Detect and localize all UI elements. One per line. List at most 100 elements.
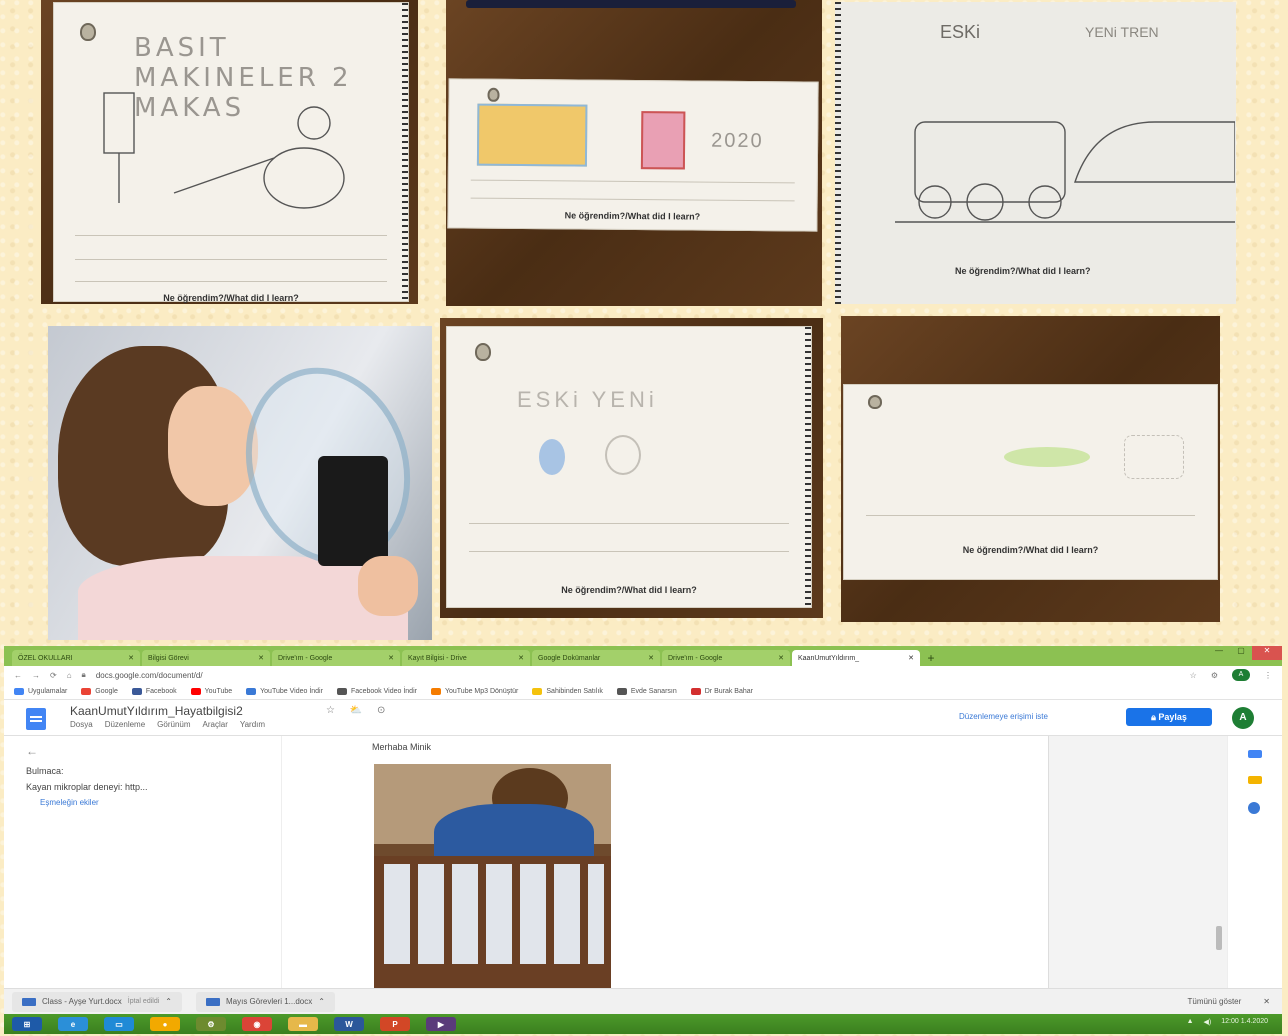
browser-tab[interactable]: Google Dokümanlar ✕ [532, 650, 660, 666]
browser-tab[interactable]: Bilgisi Görevi ✕ [142, 650, 270, 666]
menu-help[interactable]: Yardım [240, 720, 265, 729]
embedded-photo-boy-cards[interactable] [374, 764, 611, 988]
bookmark-item[interactable]: Evde Sanarsın [616, 688, 677, 695]
profile-avatar[interactable]: A [1232, 669, 1250, 681]
tab-label: KaanUmutYıldırım_ [798, 654, 860, 662]
bookmarks-bar: Uygulamalar Google Facebook YouTube YouT… [4, 684, 1282, 700]
bookmark-label: Google [95, 688, 118, 695]
menu-file[interactable]: Dosya [70, 720, 93, 729]
video-app-icon[interactable]: ▶ [426, 1017, 456, 1031]
browser-tab[interactable]: Drive'ım - Google ✕ [662, 650, 790, 666]
share-button[interactable]: 🔒︎ Paylaş [1126, 708, 1212, 726]
new-tab-button[interactable]: + [922, 650, 940, 666]
internet-explorer-icon[interactable]: e [58, 1017, 88, 1031]
scrollbar-thumb[interactable] [1216, 926, 1222, 950]
bookmark-label: YouTube Video İndir [260, 688, 323, 695]
close-icon[interactable]: ✕ [648, 654, 654, 662]
chevron-up-icon[interactable]: ⌃ [318, 997, 325, 1006]
browser-tab-active[interactable]: KaanUmutYıldırım_ ✕ [792, 650, 920, 666]
notebook-spiral [805, 327, 811, 607]
file-explorer-icon[interactable]: ▭ [104, 1017, 134, 1031]
folder-icon[interactable]: ▬ [288, 1017, 318, 1031]
reload-icon[interactable]: ⟳ [50, 671, 57, 680]
browser-tab[interactable]: Kayıt Bilgisi - Drive ✕ [402, 650, 530, 666]
url-field[interactable]: docs.google.com/document/d/ [96, 671, 203, 680]
photo-girl-with-bowl [48, 326, 432, 640]
close-icon[interactable]: ✕ [258, 654, 264, 662]
chevron-up-icon[interactable]: ⌃ [165, 997, 172, 1006]
docs-logo-icon[interactable] [26, 708, 46, 730]
calendar-icon[interactable] [1248, 750, 1262, 758]
powerpoint-icon[interactable]: P [380, 1017, 410, 1031]
docs-menu-bar: Dosya Düzenleme Görünüm Araçlar Yardım [70, 720, 265, 729]
girl-face [168, 386, 258, 506]
address-bar-actions: ☆ ⚙ A ⋮ [1190, 669, 1282, 681]
close-icon[interactable]: ✕ [908, 654, 914, 662]
outline-item[interactable]: Eşmeleğin ekiler [40, 798, 281, 807]
media-player-icon[interactable]: ● [150, 1017, 180, 1031]
menu-tools[interactable]: Araçlar [203, 720, 228, 729]
network-icon[interactable]: ▲ [1187, 1018, 1194, 1026]
request-edit-access-link[interactable]: Düzenlemeye erişimi iste [959, 712, 1048, 721]
download-item[interactable]: Class - Ayşe Yurt.docx İptal edildi ⌃ [12, 991, 182, 1012]
star-icon[interactable]: ☆ [1190, 671, 1197, 680]
music-icon [430, 688, 441, 695]
close-outline-icon[interactable]: ← [26, 744, 281, 758]
forward-icon[interactable]: → [32, 671, 40, 680]
extension-icon[interactable]: ⚙ [1211, 671, 1218, 680]
bookmark-item[interactable]: Uygulamalar [14, 688, 67, 695]
home-icon[interactable]: ⌂ [67, 671, 72, 680]
minimize-icon[interactable]: — [1208, 646, 1230, 658]
bookmark-item[interactable]: Facebook Video İndir [336, 688, 417, 695]
bookmark-label: Facebook Video İndir [350, 688, 417, 695]
outline-item[interactable]: Kayan mikroplar deneyi: http... [26, 782, 281, 792]
show-all-downloads-link[interactable]: Tümünü göster [1187, 997, 1241, 1006]
clock[interactable]: 12:00 1.4.2020 [1221, 1018, 1268, 1026]
globe-icon [616, 688, 627, 695]
bookmark-item[interactable]: Sahibinden Satılık [532, 688, 603, 695]
back-icon[interactable]: ← [14, 671, 22, 680]
bookmark-label: YouTube [204, 688, 233, 695]
bookmark-item[interactable]: YouTube Mp3 Dönüştür [430, 688, 518, 695]
settings-gear-icon[interactable]: ⚙ [196, 1017, 226, 1031]
menu-icon[interactable]: ⋮ [1264, 671, 1272, 680]
close-icon[interactable]: ✕ [518, 654, 524, 662]
tasks-icon[interactable] [1248, 802, 1260, 814]
close-downloads-icon[interactable]: ✕ [1263, 997, 1270, 1006]
browser-tab[interactable]: Drive'ım - Google ✕ [272, 650, 400, 666]
close-window-icon[interactable]: ✕ [1252, 646, 1282, 660]
menu-edit[interactable]: Düzenleme [105, 720, 145, 729]
download-label: Class - Ayşe Yurt.docx [42, 997, 122, 1006]
maximize-icon[interactable]: ▢ [1230, 646, 1252, 658]
keep-icon[interactable] [1248, 776, 1262, 784]
bookmark-item[interactable]: YouTube [190, 688, 233, 695]
account-avatar[interactable]: A [1232, 707, 1254, 729]
notebook-caption: Ne öğrendim?/What did I learn? [962, 545, 1099, 555]
document-title[interactable]: KaanUmutYıldırım_Hayatbilgisi2 [70, 704, 243, 718]
bookmark-item[interactable]: Facebook [131, 688, 177, 695]
download-item[interactable]: Mayıs Görevleri 1...docx ⌃ [195, 991, 335, 1012]
close-icon[interactable]: ✕ [388, 654, 394, 662]
menu-view[interactable]: Görünüm [157, 720, 190, 729]
chrome-icon[interactable]: ◉ [242, 1017, 272, 1031]
volume-icon[interactable]: ◀) [1204, 1018, 1212, 1026]
close-icon[interactable]: ✕ [778, 654, 784, 662]
pen [466, 0, 796, 8]
bookmark-item[interactable]: YouTube Video İndir [246, 688, 323, 695]
title-actions-icons[interactable]: ☆ ⛅ ⊙ [326, 705, 391, 716]
outline-item[interactable]: Bulmaca: [26, 766, 281, 776]
document-page[interactable]: Merhaba Minik [283, 736, 1049, 988]
browser-tab[interactable]: ÖZEL OKULLARI ✕ [12, 650, 140, 666]
bookmark-item[interactable]: Google [81, 688, 118, 695]
memory-cards [384, 864, 604, 964]
word-icon[interactable]: W [334, 1017, 364, 1031]
tab-label: Kayıt Bilgisi - Drive [408, 654, 467, 662]
download-icon [246, 688, 257, 695]
close-icon[interactable]: ✕ [128, 654, 134, 662]
bookmark-item[interactable]: Dr Burak Bahar [690, 688, 753, 695]
photo-notebook-drawing-2020: 2020 Ne öğrendim?/What did I learn? [446, 0, 822, 306]
drawing-blue-egg [539, 439, 565, 475]
bookmark-label: Uygulamalar [28, 688, 68, 695]
writing-line [470, 197, 795, 202]
windows-start-icon[interactable]: ⊞ [12, 1017, 42, 1031]
